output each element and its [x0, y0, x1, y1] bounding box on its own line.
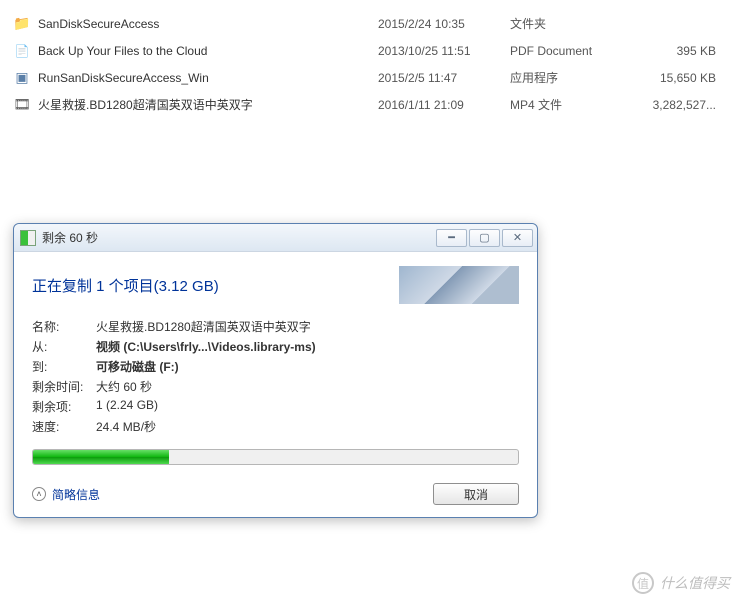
copy-progress-icon	[20, 230, 36, 246]
less-info-button[interactable]: ˄ 简略信息	[32, 486, 100, 503]
table-row[interactable]: 🎞 火星救援.BD1280超清国英双语中英双字 2016/1/11 21:09 …	[8, 91, 732, 118]
file-type: 文件夹	[510, 15, 650, 32]
value-items: 1 (2.24 GB)	[96, 398, 158, 415]
file-name: RunSanDiskSecureAccess_Win	[38, 71, 378, 85]
folder-icon: 📁	[14, 16, 30, 32]
dialog-decor-icon	[399, 266, 519, 304]
file-date: 2013/10/25 11:51	[378, 44, 510, 58]
minimize-button[interactable]: ━	[436, 229, 467, 247]
watermark-icon: 值	[632, 572, 654, 594]
minimize-icon: ━	[448, 231, 455, 244]
label-remain: 剩余时间:	[32, 378, 96, 395]
file-type: PDF Document	[510, 44, 650, 58]
dialog-body: 正在复制 1 个项目(3.12 GB) 名称:火星救援.BD1280超清国英双语…	[14, 252, 537, 517]
close-button[interactable]: ✕	[502, 229, 533, 247]
window-title: 剩余 60 秒	[42, 229, 98, 246]
maximize-icon: ▢	[479, 231, 489, 244]
value-speed: 24.4 MB/秒	[96, 418, 156, 435]
file-date: 2016/1/11 21:09	[378, 98, 510, 112]
table-row[interactable]: 📁 SanDiskSecureAccess 2015/2/24 10:35 文件…	[8, 10, 732, 37]
value-name: 火星救援.BD1280超清国英双语中英双字	[96, 318, 311, 335]
progress-bar	[32, 449, 519, 465]
label-name: 名称:	[32, 318, 96, 335]
value-to: 可移动磁盘 (F:)	[96, 358, 179, 375]
cancel-label: 取消	[464, 486, 488, 503]
cancel-button[interactable]: 取消	[433, 483, 519, 505]
watermark: 值 什么值得买	[632, 572, 730, 594]
video-icon: 🎞	[14, 97, 30, 113]
pdf-icon: 📄	[14, 43, 30, 59]
label-to: 到:	[32, 358, 96, 375]
application-icon: ▣	[14, 70, 30, 86]
file-size: 395 KB	[650, 44, 726, 58]
table-row[interactable]: ▣ RunSanDiskSecureAccess_Win 2015/2/5 11…	[8, 64, 732, 91]
file-type: MP4 文件	[510, 96, 650, 113]
value-from: 视频 (C:\Users\frly...\Videos.library-ms)	[96, 338, 316, 355]
dialog-heading: 正在复制 1 个项目(3.12 GB)	[32, 266, 519, 304]
table-row[interactable]: 📄 Back Up Your Files to the Cloud 2013/1…	[8, 37, 732, 64]
file-type: 应用程序	[510, 69, 650, 86]
label-from: 从:	[32, 338, 96, 355]
file-size: 15,650 KB	[650, 71, 726, 85]
file-size: 3,282,527...	[650, 98, 726, 112]
file-date: 2015/2/24 10:35	[378, 17, 510, 31]
copy-heading-text: 正在复制 1 个项目(3.12 GB)	[32, 275, 219, 296]
file-name: SanDiskSecureAccess	[38, 17, 378, 31]
close-icon: ✕	[513, 231, 522, 244]
watermark-text: 什么值得买	[660, 573, 730, 593]
copy-dialog: 剩余 60 秒 ━ ▢ ✕ 正在复制 1 个项目(3.12 GB) 名称:火星救…	[13, 223, 538, 518]
file-name: Back Up Your Files to the Cloud	[38, 44, 378, 58]
progress-fill	[33, 450, 169, 464]
file-list: 📁 SanDiskSecureAccess 2015/2/24 10:35 文件…	[0, 0, 740, 118]
chevron-up-icon: ˄	[32, 487, 46, 501]
less-info-label: 简略信息	[52, 486, 100, 503]
maximize-button[interactable]: ▢	[469, 229, 500, 247]
file-date: 2015/2/5 11:47	[378, 71, 510, 85]
value-remain: 大约 60 秒	[96, 378, 152, 395]
label-items: 剩余项:	[32, 398, 96, 415]
label-speed: 速度:	[32, 418, 96, 435]
file-name: 火星救援.BD1280超清国英双语中英双字	[38, 96, 378, 113]
titlebar[interactable]: 剩余 60 秒 ━ ▢ ✕	[14, 224, 537, 252]
